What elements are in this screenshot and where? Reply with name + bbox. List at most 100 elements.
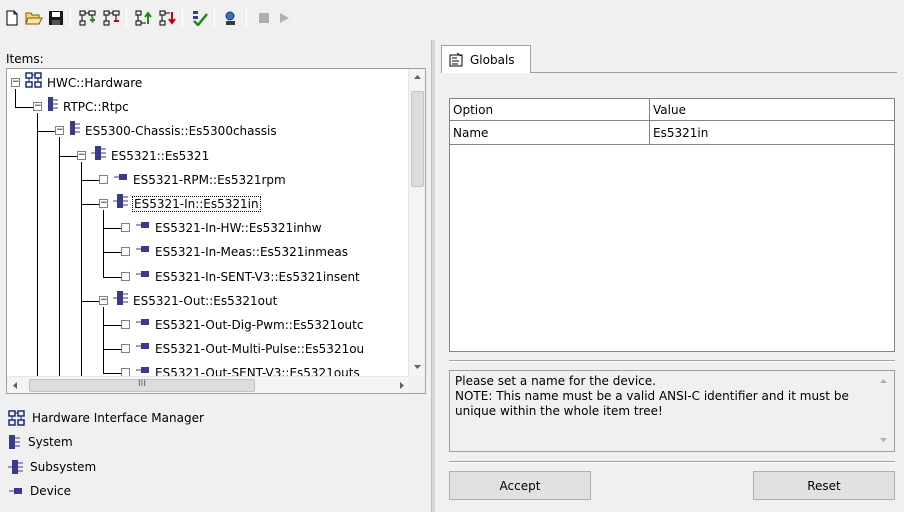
accept-label: Accept (499, 478, 541, 493)
tree-expander[interactable]: − (99, 199, 108, 208)
play-icon[interactable] (274, 8, 294, 28)
tree-item[interactable]: HWC::Hardware (25, 72, 142, 92)
tree-item[interactable]: RTPC::Rtpc (47, 96, 129, 116)
hint-scrollbar[interactable] (875, 373, 892, 449)
tree-item[interactable]: ES5321-In-Meas::Es5321inmeas (135, 241, 348, 261)
scroll-thumb[interactable] (411, 91, 424, 187)
tree-connector (59, 155, 60, 379)
tree-checkbox[interactable] (99, 174, 108, 184)
tree-connector (37, 113, 38, 132)
tree-item-label: ES5321::Es5321 (111, 148, 210, 163)
scroll-up-icon[interactable] (875, 373, 892, 390)
device-icon (135, 241, 151, 263)
tree-item[interactable]: ES5321-Out-Multi-Pulse::Es5321ou (135, 338, 364, 358)
tree-item[interactable]: ES5300-Chassis::Es5300chassis (69, 120, 277, 140)
tree-horizontal-scrollbar[interactable]: III (7, 376, 410, 393)
tree-item-label: ES5321-In-HW::Es5321inhw (155, 221, 322, 236)
legend-subsystem: Subsystem (8, 458, 96, 476)
item-tree[interactable]: − HWC::Hardware − RTPC::Rtpc − ES5300-Chassis… (6, 68, 426, 394)
hint-text: Please set a name for the device. NOTE: … (455, 374, 849, 418)
tree-item[interactable]: ES5321-In-SENT-V3::Es5321insent (135, 266, 360, 286)
tree-connector (15, 89, 16, 108)
tab-globals[interactable]: Globals (441, 45, 531, 73)
tree-vertical-scrollbar[interactable] (408, 69, 425, 376)
legend-label: Hardware Interface Manager (32, 411, 204, 425)
move-up-icon[interactable] (134, 8, 154, 28)
system-icon (69, 120, 81, 142)
options-grid: Option Value Name Es5321in (449, 98, 895, 352)
legend-system: System (8, 433, 73, 451)
new-icon[interactable] (2, 8, 22, 28)
tree-connector (81, 300, 82, 379)
scroll-left-icon[interactable] (7, 377, 24, 394)
grid-header: Option Value (450, 99, 894, 121)
tree-expander[interactable]: − (77, 150, 86, 160)
device-icon (9, 488, 22, 494)
legend-label: Subsystem (30, 460, 97, 474)
toolbar-separator (246, 8, 247, 28)
save-icon[interactable] (46, 8, 66, 28)
tree-expander[interactable]: − (99, 295, 108, 305)
scroll-up-icon[interactable] (409, 69, 426, 86)
legend-hwm: Hardware Interface Manager (8, 409, 204, 427)
device-icon (135, 266, 151, 288)
open-icon[interactable] (24, 8, 44, 28)
tree-checkbox[interactable] (121, 320, 130, 329)
subsystem-icon (113, 290, 129, 312)
validate-icon[interactable] (190, 8, 210, 28)
cell-value[interactable]: Es5321in (650, 121, 894, 145)
tree-expander[interactable]: − (33, 102, 42, 112)
device-icon (113, 169, 129, 191)
find-icon[interactable] (222, 8, 242, 28)
add-node-icon[interactable] (78, 8, 98, 28)
hwm-icon (8, 410, 25, 426)
scroll-down-icon[interactable] (409, 359, 426, 376)
tree-expander[interactable]: − (55, 126, 64, 136)
reset-label: Reset (807, 478, 841, 493)
tree-item-label: ES5321-Out-Dig-Pwm::Es5321outc (155, 318, 364, 332)
tree-connector (103, 306, 104, 374)
properties-icon (449, 52, 463, 66)
tree-connector (81, 204, 99, 205)
header-value: Value (653, 103, 686, 117)
tree-connector (81, 179, 99, 181)
tree-checkbox[interactable] (121, 223, 130, 233)
toolbar (0, 0, 904, 36)
stop-icon[interactable] (254, 8, 274, 28)
tree-item[interactable]: ES5321::Es5321 (91, 145, 209, 165)
tree-connector (81, 300, 99, 302)
tab-label: Globals (470, 52, 515, 67)
reset-button[interactable]: Reset (753, 471, 895, 500)
panel-splitter[interactable] (431, 40, 435, 512)
tree-checkbox[interactable] (121, 247, 130, 257)
tree-item-label: ES5321-Out-Multi-Pulse::Es5321ou (155, 342, 365, 357)
tree-connector (103, 210, 104, 277)
move-down-icon[interactable] (158, 8, 178, 28)
tree-item[interactable]: ES5321-RPM::Es5321rpm (113, 169, 286, 189)
tree-item[interactable]: ES5321-In::Es5321in (113, 193, 261, 215)
tree-connector (103, 325, 121, 326)
remove-node-icon[interactable] (102, 8, 122, 28)
tree-item-label: ES5321-In-Meas::Es5321inmeas (155, 245, 348, 260)
hint-box: Please set a name for the device. NOTE: … (449, 370, 895, 452)
legend-device: Device (8, 482, 71, 500)
scroll-grip: III (138, 379, 146, 389)
scroll-down-icon[interactable] (875, 432, 892, 449)
tree-item-label: ES5321-In-SENT-V3::Es5321insent (155, 269, 360, 284)
subsystem-icon (113, 193, 129, 215)
tree-item-label: ES5300-Chassis::Es5300chassis (85, 124, 277, 139)
tree-expander[interactable]: − (11, 78, 20, 87)
tree-item[interactable]: ES5321-Out-Dig-Pwm::Es5321outc (135, 314, 363, 334)
tree-item[interactable]: ES5321-In-HW::Es5321inhw (135, 217, 322, 237)
tree-checkbox[interactable] (121, 271, 130, 281)
table-row[interactable]: Name Es5321in (450, 121, 894, 145)
items-label: Items: (6, 52, 44, 66)
scroll-thumb[interactable]: III (29, 379, 255, 392)
accept-button[interactable]: Accept (449, 471, 591, 500)
tree-checkbox[interactable] (121, 344, 130, 354)
tree-connector (59, 137, 60, 156)
tree-item-label: ES5321-RPM::Es5321rpm (133, 172, 286, 187)
tree-connector (37, 131, 38, 379)
tree-item[interactable]: ES5321-Out::Es5321out (113, 290, 277, 310)
tree-item-label: RTPC::Rtpc (63, 100, 129, 115)
